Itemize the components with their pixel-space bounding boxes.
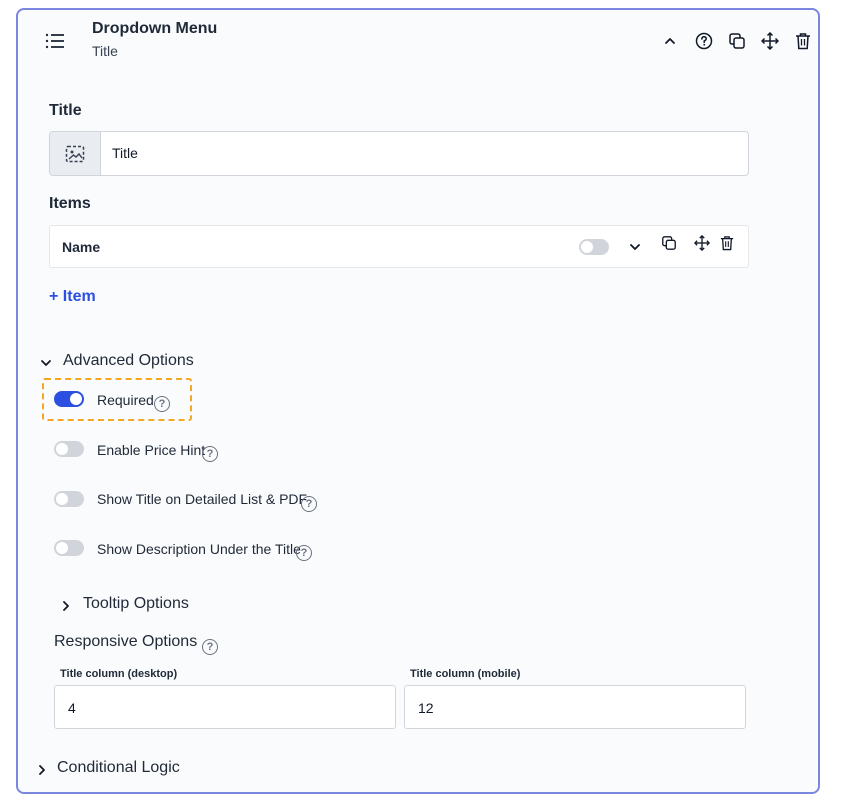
title-input-value[interactable]: Title [112, 145, 138, 161]
help-icon[interactable]: ? [301, 496, 317, 512]
responsive-options-label: Responsive Options [54, 633, 198, 650]
mobile-column-label: Title column (mobile) [410, 668, 521, 680]
element-subtitle: Title [92, 43, 118, 59]
help-circle-icon[interactable] [693, 30, 715, 52]
chevron-down-icon[interactable] [40, 356, 52, 368]
mobile-column-value[interactable]: 12 [418, 700, 434, 716]
required-label: Required [97, 392, 154, 408]
enable-price-hint-label: Enable Price Hint [97, 442, 206, 458]
mobile-column-input[interactable]: 12 [404, 685, 746, 729]
tooltip-options-toggle[interactable]: Tooltip Options [83, 595, 189, 613]
list-icon[interactable] [45, 32, 65, 50]
title-input[interactable]: Title [49, 131, 749, 176]
list-item[interactable]: Name [49, 225, 749, 268]
required-toggle[interactable] [54, 391, 84, 407]
item-toggle[interactable] [579, 239, 609, 255]
show-description-toggle[interactable] [54, 540, 84, 556]
desktop-column-value[interactable]: 4 [68, 700, 76, 716]
help-icon[interactable]: ? [296, 545, 312, 561]
show-title-pdf-label: Show Title on Detailed List & PDF [97, 491, 308, 507]
show-description-label: Show Description Under the Title [97, 541, 301, 557]
title-field-label: Title [49, 102, 82, 119]
dropdown-menu-card: Dropdown Menu Title Title Title Items Na… [16, 8, 820, 794]
conditional-logic-toggle[interactable]: Conditional Logic [57, 759, 180, 777]
move-icon[interactable] [693, 234, 711, 252]
move-icon[interactable] [759, 30, 781, 52]
chevron-right-icon[interactable] [60, 599, 72, 611]
desktop-column-input[interactable]: 4 [54, 685, 396, 729]
chevron-up-icon[interactable] [659, 30, 681, 52]
trash-icon[interactable] [792, 30, 814, 52]
help-icon[interactable]: ? [202, 639, 218, 655]
help-icon[interactable]: ? [202, 446, 218, 462]
items-field-label: Items [49, 195, 91, 212]
enable-price-hint-toggle[interactable] [54, 441, 84, 457]
image-icon[interactable] [50, 132, 101, 175]
copy-icon[interactable] [726, 30, 748, 52]
chevron-right-icon[interactable] [36, 763, 48, 775]
show-title-pdf-toggle[interactable] [54, 491, 84, 507]
help-icon[interactable]: ? [154, 396, 170, 412]
copy-icon[interactable] [661, 235, 677, 251]
chevron-down-icon[interactable] [628, 240, 642, 254]
add-item-button[interactable]: + Item [49, 288, 96, 306]
element-title: Dropdown Menu [92, 20, 218, 37]
desktop-column-label: Title column (desktop) [60, 668, 178, 680]
item-name: Name [62, 239, 101, 255]
advanced-options-toggle[interactable]: Advanced Options [63, 352, 194, 370]
trash-icon[interactable] [720, 235, 734, 251]
